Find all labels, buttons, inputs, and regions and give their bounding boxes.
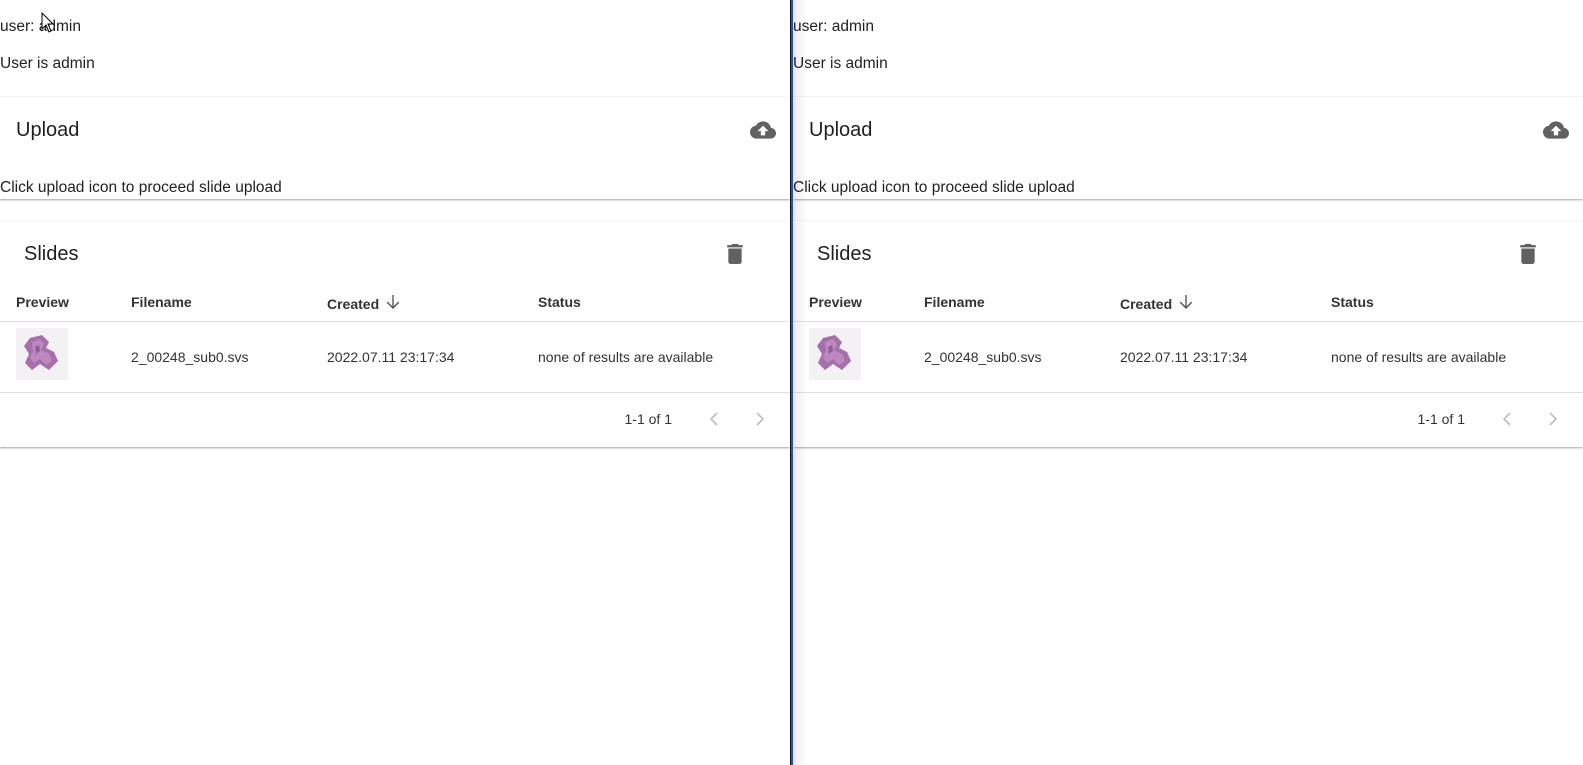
row-status: none of results are available xyxy=(1331,349,1507,365)
chevron-right-icon[interactable] xyxy=(750,409,770,429)
column-header-filename[interactable]: Filename xyxy=(131,294,192,310)
pagination-label: 1-1 of 1 xyxy=(624,411,672,427)
row-status: none of results are available xyxy=(538,349,714,365)
row-created: 2022.07.11 23:17:34 xyxy=(1120,349,1248,365)
mouse-pointer-icon xyxy=(41,11,55,34)
upload-card: Upload Click upload icon to proceed slid… xyxy=(793,97,1583,199)
chevron-left-icon[interactable] xyxy=(704,409,724,429)
role-label: User is admin xyxy=(793,55,888,72)
right-pane: user: admin User is admin Upload Click u… xyxy=(793,0,1583,765)
slides-card: Slides Preview Filename Created Status 2… xyxy=(793,221,1583,447)
slide-thumbnail[interactable] xyxy=(809,328,861,380)
pane-shadow xyxy=(793,0,807,765)
column-header-preview: Preview xyxy=(16,294,69,310)
row-filename: 2_00248_sub0.svs xyxy=(131,349,249,365)
upload-title: Upload xyxy=(809,119,873,141)
cloud-upload-icon[interactable] xyxy=(750,117,776,143)
table-row[interactable]: 2_00248_sub0.svs 2022.07.11 23:17:34 non… xyxy=(793,322,1583,393)
table-header: Preview Filename Created Status xyxy=(0,287,790,322)
table-header: Preview Filename Created Status xyxy=(793,287,1583,322)
slides-title: Slides xyxy=(24,243,79,265)
arrow-down-icon xyxy=(1178,294,1194,313)
column-header-status[interactable]: Status xyxy=(1331,294,1374,310)
role-label: User is admin xyxy=(0,55,95,72)
table-row[interactable]: 2_00248_sub0.svs 2022.07.11 23:17:34 non… xyxy=(0,322,790,393)
slides-title: Slides xyxy=(817,243,872,265)
column-header-created[interactable]: Created xyxy=(1120,294,1194,313)
row-filename: 2_00248_sub0.svs xyxy=(924,349,1042,365)
column-header-filename[interactable]: Filename xyxy=(924,294,985,310)
upload-hint: Click upload icon to proceed slide uploa… xyxy=(793,179,1075,196)
chevron-right-icon[interactable] xyxy=(1543,409,1563,429)
upload-hint: Click upload icon to proceed slide uploa… xyxy=(0,179,282,196)
cloud-upload-icon[interactable] xyxy=(1543,117,1569,143)
trash-icon[interactable] xyxy=(722,241,748,267)
arrow-down-icon xyxy=(385,294,401,313)
chevron-left-icon[interactable] xyxy=(1497,409,1517,429)
column-header-preview: Preview xyxy=(809,294,862,310)
column-header-created[interactable]: Created xyxy=(327,294,401,313)
trash-icon[interactable] xyxy=(1515,241,1541,267)
upload-title: Upload xyxy=(16,119,80,141)
upload-card: Upload Click upload icon to proceed slid… xyxy=(0,97,790,199)
slide-thumbnail[interactable] xyxy=(16,328,68,380)
slides-card: Slides Preview Filename Created Status 2… xyxy=(0,221,790,447)
row-created: 2022.07.11 23:17:34 xyxy=(327,349,455,365)
column-header-status[interactable]: Status xyxy=(538,294,581,310)
pagination: 1-1 of 1 xyxy=(0,393,790,447)
pagination-label: 1-1 of 1 xyxy=(1417,411,1465,427)
pagination: 1-1 of 1 xyxy=(793,393,1583,447)
left-pane: user: admin User is admin Upload Click u… xyxy=(0,0,790,765)
